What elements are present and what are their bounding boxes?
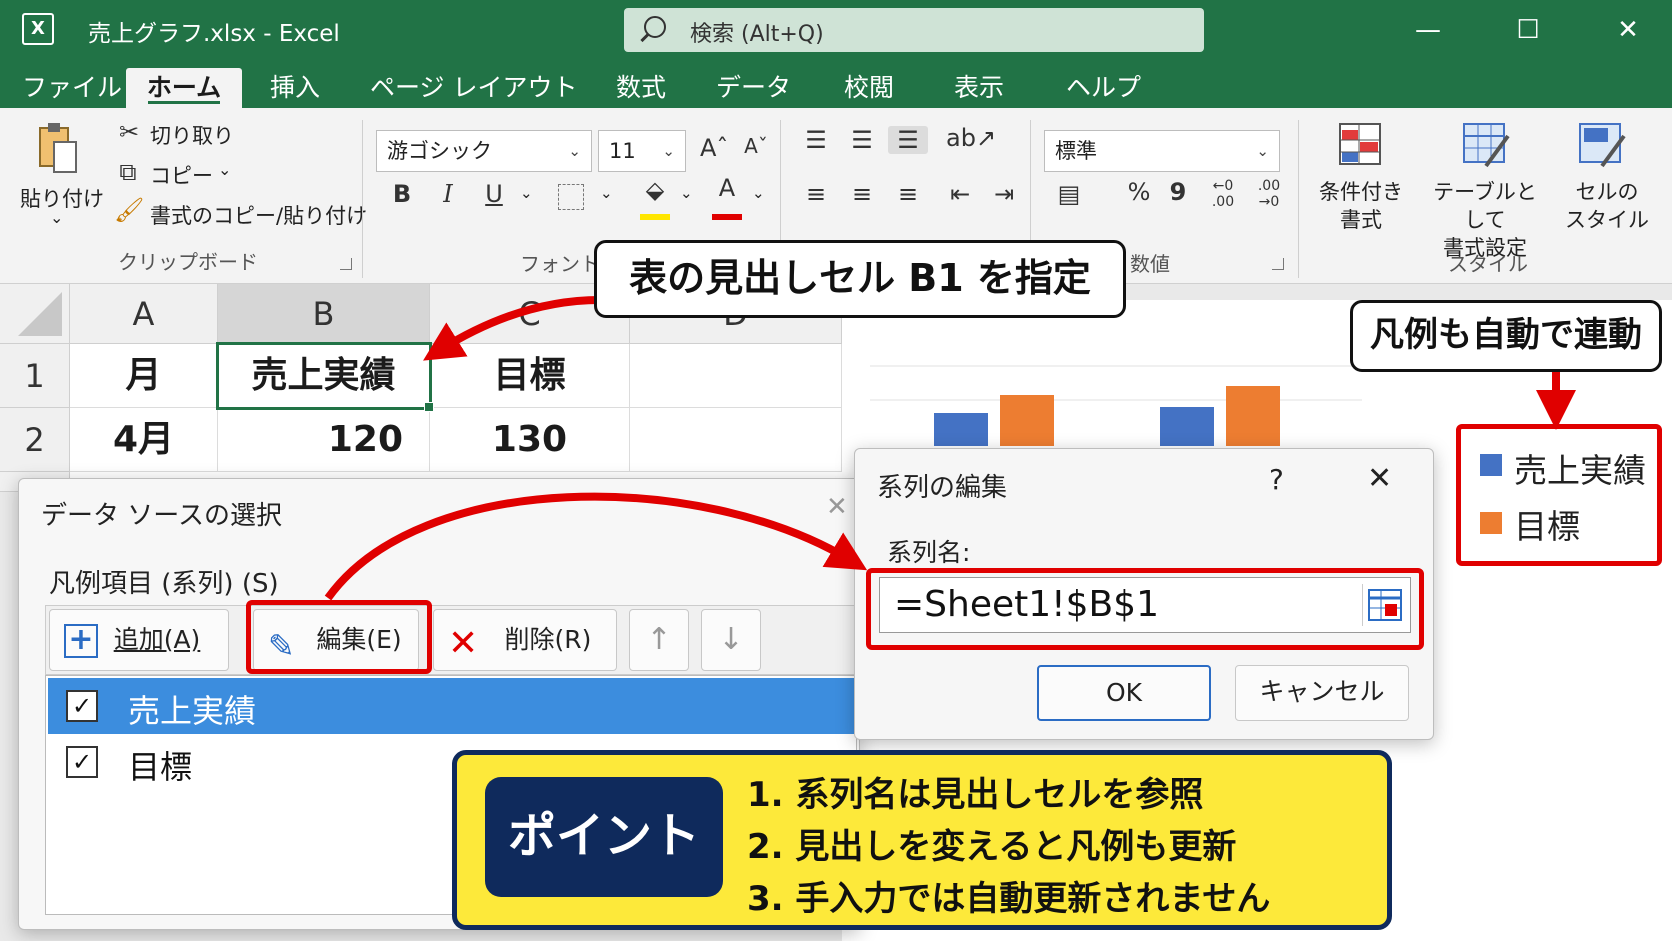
point-item-2: 2. 見出しを変えると凡例も更新 — [747, 827, 1237, 867]
point-item-3: 3. 手入力では自動更新されません — [747, 879, 1271, 919]
b1-callout: 表の見出しセル B1 を指定 — [594, 240, 1126, 318]
legend-callout: 凡例も自動で連動 — [1350, 300, 1662, 372]
arrow-to-series-name — [324, 492, 868, 601]
point-item-1: 1. 系列名は見出しセルを参照 — [747, 775, 1204, 815]
point-box: ポイント 1. 系列名は見出しセルを参照 2. 見出しを変えると凡例も更新 3.… — [452, 750, 1392, 930]
arrow-to-b1 — [423, 296, 601, 361]
point-badge: ポイント — [485, 777, 723, 897]
